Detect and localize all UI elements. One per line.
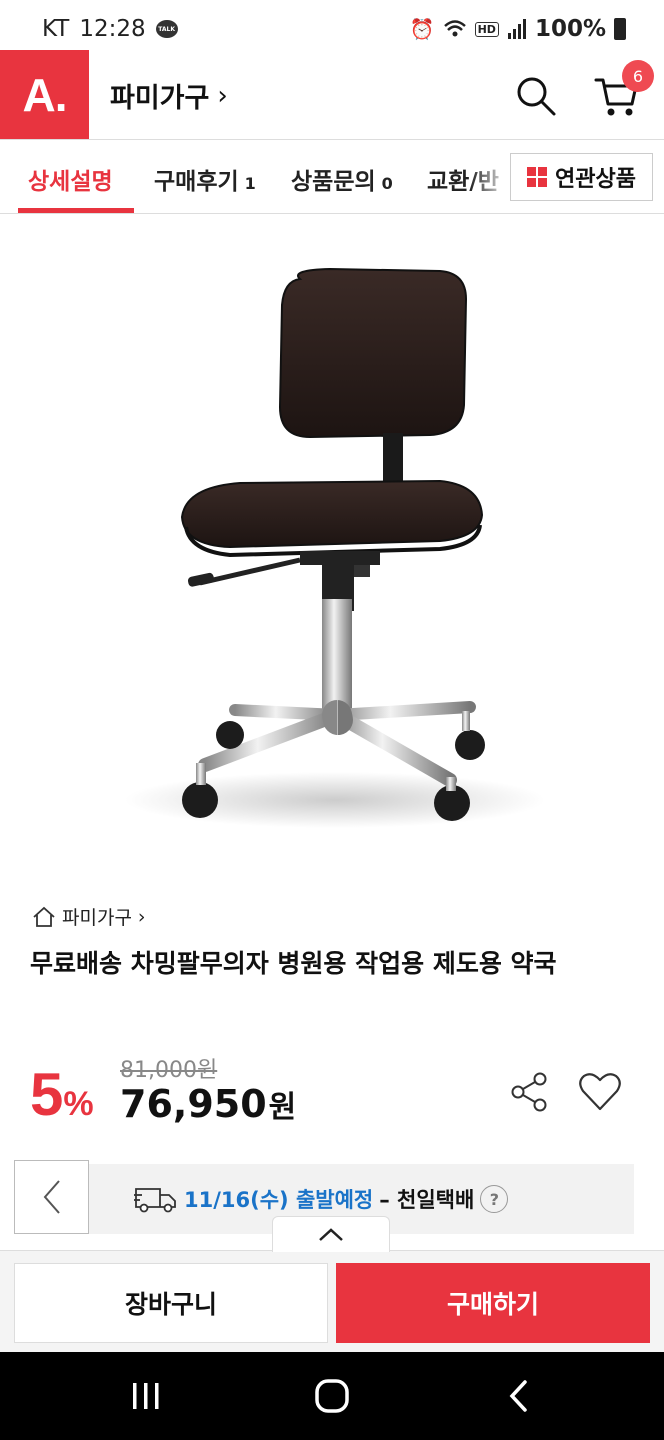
delivery-carrier: – 천일택배 xyxy=(379,1188,475,1212)
previous-button[interactable] xyxy=(14,1160,89,1234)
battery-percent: 100% xyxy=(534,16,606,42)
clock: 12:28 xyxy=(79,16,146,42)
help-icon[interactable]: ? xyxy=(480,1185,509,1213)
discount-number: 5 xyxy=(30,1061,64,1128)
tab-description[interactable]: 상세설명 xyxy=(28,162,113,196)
signal-icon xyxy=(507,19,526,39)
product-image[interactable] xyxy=(0,215,664,875)
original-price: 81,000원 xyxy=(120,1058,218,1083)
tab-count: 1 xyxy=(244,174,256,193)
breadcrumb-store: 파미가구 xyxy=(62,907,132,929)
share-icon[interactable] xyxy=(508,1070,552,1114)
sale-price-unit: 원 xyxy=(268,1090,297,1125)
talk-notification-icon: TALK xyxy=(155,20,178,38)
expand-options-handle[interactable] xyxy=(272,1216,390,1252)
grid-icon xyxy=(527,167,548,187)
wifi-icon xyxy=(443,20,466,37)
truck-icon xyxy=(134,1188,176,1213)
tab-label: 상품문의 xyxy=(291,169,376,195)
tab-count: 0 xyxy=(381,174,393,193)
chevron-left-icon xyxy=(43,1180,60,1214)
tab-inquiries[interactable]: 상품문의 0 xyxy=(291,162,393,196)
home-button[interactable] xyxy=(302,1374,362,1418)
discount-rate: 5 % xyxy=(30,1060,94,1129)
store-name-link[interactable]: 파미가구 › xyxy=(110,76,228,115)
delivery-date: 11/16(수) 출발예정 xyxy=(184,1188,374,1212)
active-tab-indicator xyxy=(18,208,134,213)
heart-icon[interactable] xyxy=(578,1072,622,1112)
detail-tabs: 상세설명 구매후기 1 상품문의 0 교환/반 연관상품 xyxy=(0,140,664,214)
back-icon xyxy=(509,1380,527,1412)
home-circle-icon xyxy=(315,1379,349,1413)
breadcrumb[interactable]: 파미가구 › xyxy=(32,903,146,930)
delivery-text: 11/16(수) 출발예정 – 천일택배 ? xyxy=(134,1184,509,1214)
tab-reviews[interactable]: 구매후기 1 xyxy=(154,162,256,196)
tab-fade xyxy=(470,140,510,212)
cart-count-badge: 6 xyxy=(622,60,654,92)
tab-label: 상세설명 xyxy=(28,169,113,195)
chevron-right-icon: › xyxy=(137,905,146,928)
sale-price-number: 76,950 xyxy=(120,1082,267,1126)
search-icon[interactable] xyxy=(514,74,558,118)
system-navigation-bar xyxy=(0,1352,664,1440)
product-title: 무료배송 차밍팔무의자 병원용 작업용 제도용 약국 xyxy=(30,949,557,978)
app-header: A. 파미가구 › xyxy=(0,50,664,140)
recent-apps-button[interactable] xyxy=(116,1374,176,1418)
store-logo[interactable]: A. xyxy=(0,50,89,139)
status-left: KT 12:28 TALK xyxy=(42,16,178,42)
alarm-icon: ⏰ xyxy=(409,17,435,41)
related-products-button[interactable]: 연관상품 xyxy=(510,153,653,201)
hd-voice-icon: HD xyxy=(474,21,499,37)
chevron-up-icon xyxy=(319,1227,343,1241)
add-to-cart-button[interactable]: 장바구니 xyxy=(14,1263,328,1343)
related-products-label: 연관상품 xyxy=(555,167,636,192)
carrier-name: KT xyxy=(42,16,70,42)
store-name: 파미가구 xyxy=(110,83,210,114)
discount-percent-sign: % xyxy=(63,1085,94,1123)
tab-label: 구매후기 xyxy=(154,169,239,195)
back-button[interactable] xyxy=(488,1374,548,1418)
chevron-right-icon: › xyxy=(217,80,228,111)
home-icon xyxy=(33,906,55,927)
recent-apps-icon xyxy=(133,1383,159,1409)
battery-icon xyxy=(614,18,626,40)
purchase-bar: 장바구니 구매하기 xyxy=(0,1250,664,1352)
buy-now-button[interactable]: 구매하기 xyxy=(336,1263,650,1343)
status-right: ⏰ HD 100% xyxy=(410,16,626,42)
sale-price: 76,950 원 xyxy=(120,1082,296,1126)
